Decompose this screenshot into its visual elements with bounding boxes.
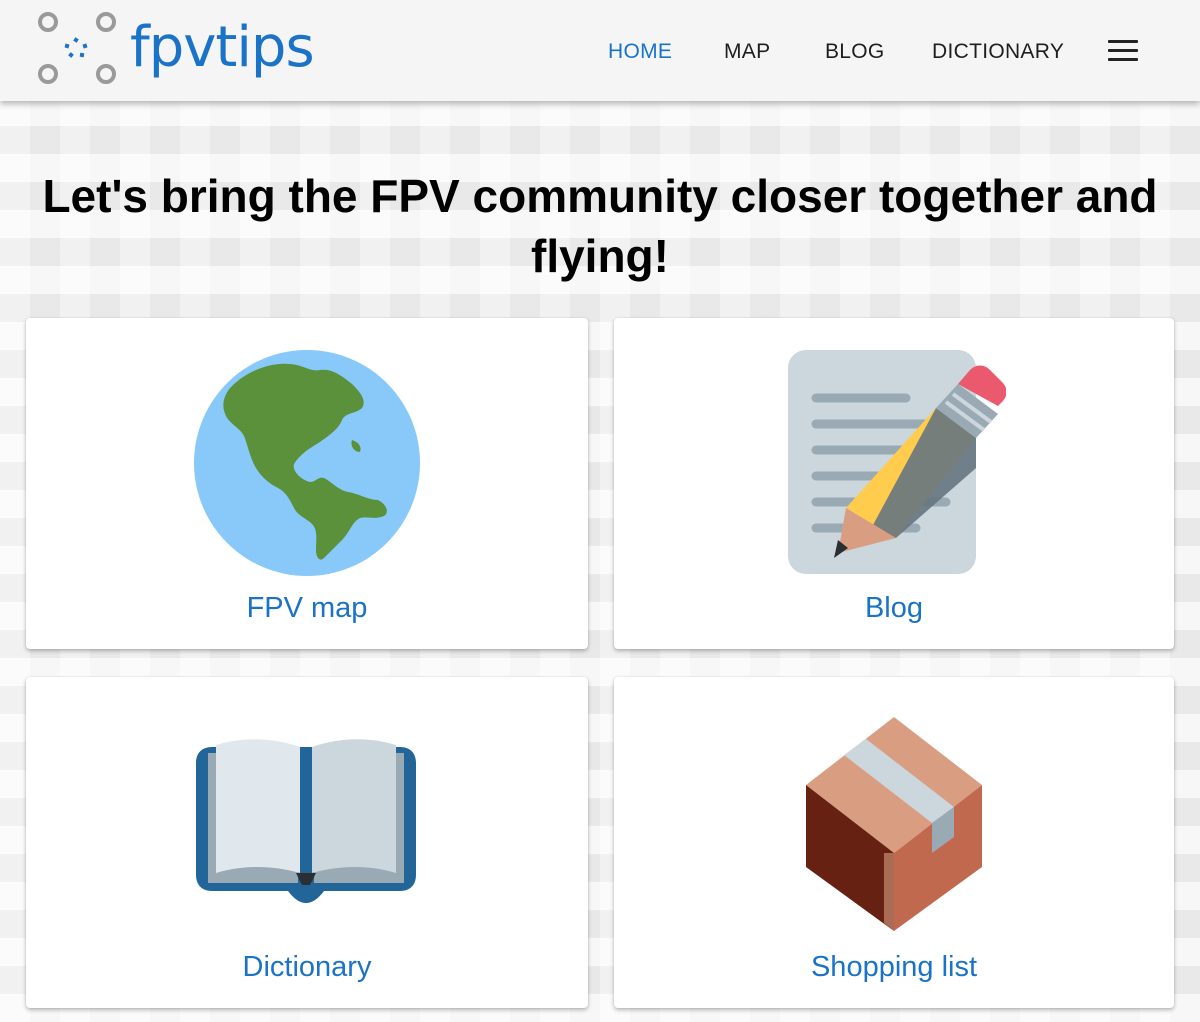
card-label-shopping-list: Shopping list [810,951,978,983]
open-book-icon [196,739,416,903]
globe-americas-icon [194,350,420,576]
card-blog[interactable]: Blog [614,318,1174,649]
nav-home[interactable]: HOME [608,40,672,64]
card-label-fpv-map: FPV map [246,592,368,624]
nav-blog[interactable]: BLOG [825,40,885,64]
card-label-blog: Blog [864,592,924,624]
package-icon [806,717,982,931]
card-fpv-map[interactable]: FPV map [26,318,588,649]
nav-map[interactable]: MAP [724,40,770,64]
site-header: fpvtips HOME MAP BLOG DICTIONARY [0,0,1200,101]
logo-text: fpvtips [130,15,314,80]
hamburger-menu-icon[interactable] [1108,40,1138,62]
logo-propeller-icon [38,12,116,84]
memo-pencil-icon [788,350,1006,574]
card-shopping-list[interactable]: Shopping list [614,677,1174,1008]
card-label-dictionary: Dictionary [242,951,372,983]
card-dictionary[interactable]: Dictionary [26,677,588,1008]
nav-dictionary[interactable]: DICTIONARY [932,40,1064,64]
page-headline: Let's bring the FPV community closer tog… [42,170,1158,282]
fpvtips-logo[interactable]: fpvtips [36,8,376,88]
